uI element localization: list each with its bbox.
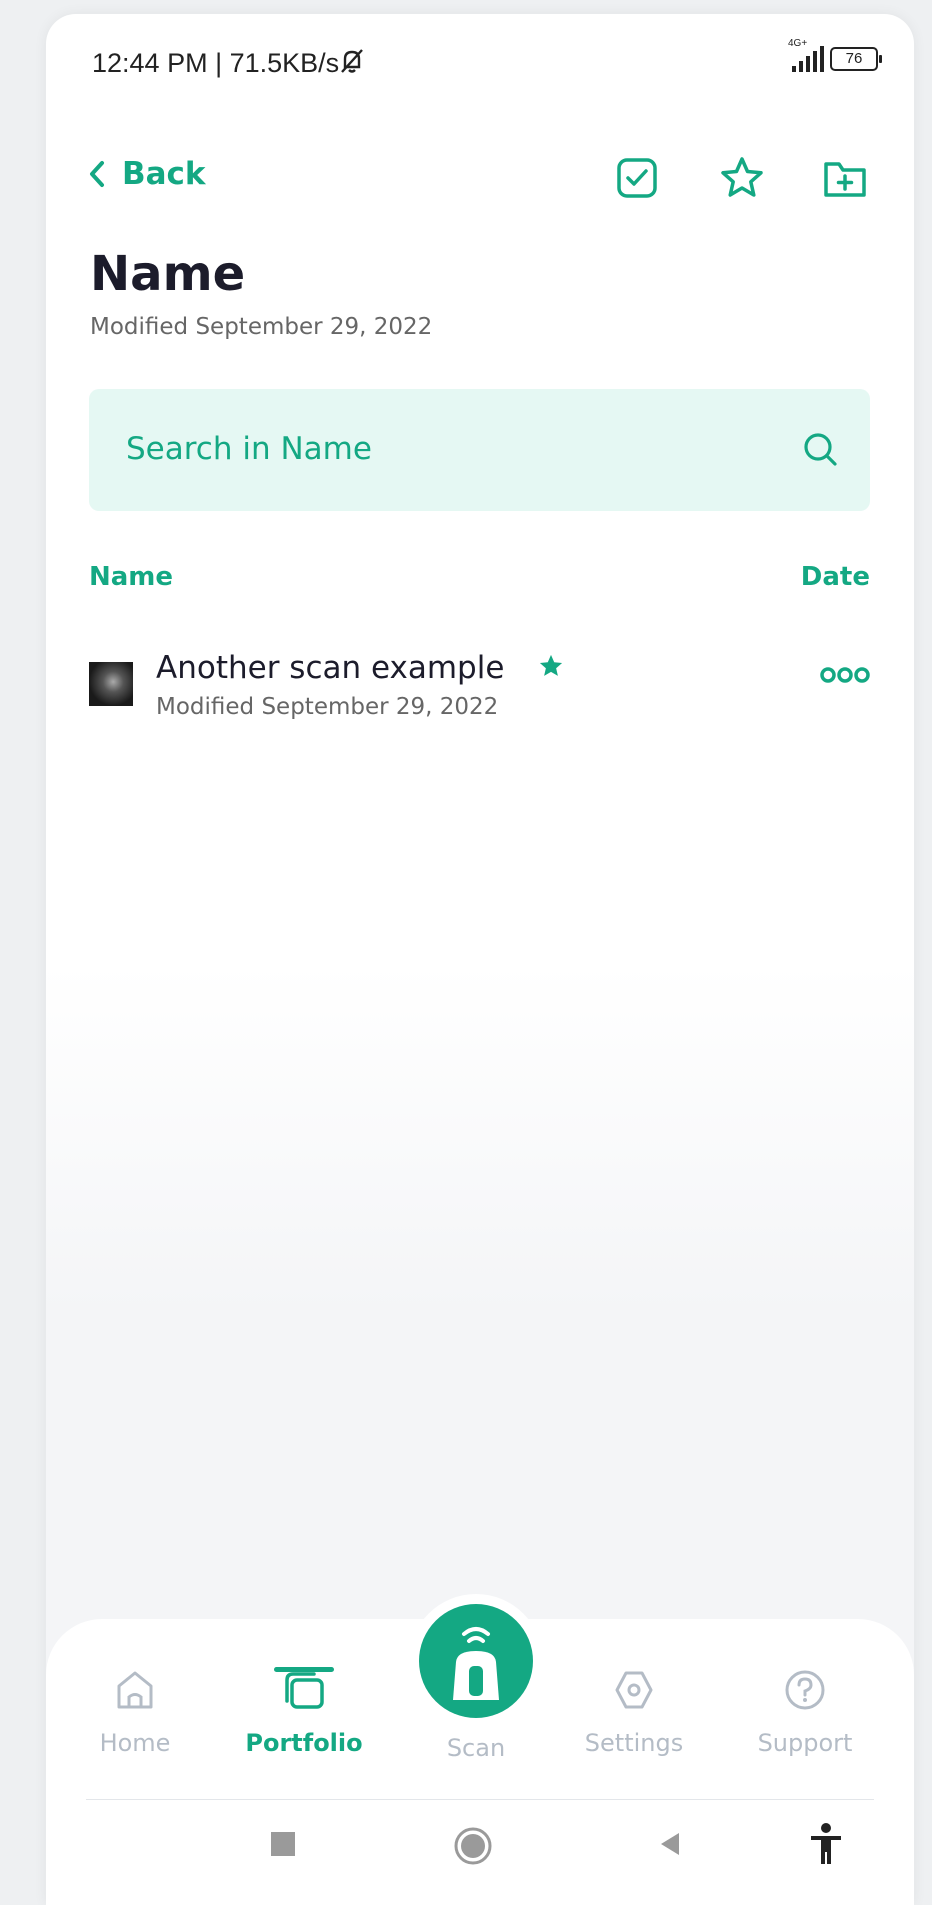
status-icons: 4G+ 76	[788, 38, 882, 72]
column-header-name[interactable]: Name	[89, 562, 173, 592]
list-item[interactable]: Another scan example Modified September …	[89, 644, 871, 724]
home-icon	[117, 1671, 153, 1709]
search-placeholder: Search in Name	[126, 431, 372, 467]
portfolio-icon	[285, 1672, 324, 1709]
settings-icon	[615, 1671, 653, 1709]
nav-support-label: Support	[757, 1729, 853, 1757]
battery-level: 76	[845, 50, 863, 67]
back-button[interactable]: Back	[88, 156, 206, 192]
help-icon	[785, 1670, 825, 1710]
scan-thumbnail	[89, 662, 133, 706]
page-modified-date: Modified September 29, 2022	[90, 314, 433, 340]
nav-home[interactable]: Home	[65, 1667, 205, 1757]
chevron-left-icon	[90, 161, 104, 187]
active-tab-indicator	[274, 1667, 334, 1672]
file-modified-date: Modified September 29, 2022	[156, 694, 499, 720]
scanner-icon	[453, 1627, 499, 1700]
nav-divider	[86, 1799, 874, 1800]
nav-settings[interactable]: Settings	[564, 1667, 704, 1757]
bell-muted-icon	[341, 49, 363, 73]
check-square-icon[interactable]	[613, 154, 661, 202]
scan-button[interactable]	[419, 1604, 533, 1718]
nav-settings-label: Settings	[584, 1729, 684, 1757]
search-input[interactable]: Search in Name	[89, 389, 870, 511]
more-options-icon[interactable]	[819, 666, 871, 684]
accessibility-icon[interactable]	[809, 1822, 843, 1866]
battery-icon: 76	[830, 47, 882, 71]
nav-scan-label: Scan	[446, 1734, 506, 1762]
folder-plus-icon[interactable]	[821, 154, 869, 202]
back-label: Back	[122, 156, 206, 192]
recent-apps-icon[interactable]	[268, 1829, 298, 1859]
status-bar: 12:44 PM | 71.5KB/s 4G+ 76	[92, 38, 882, 86]
signal-icon: 4G+	[788, 38, 824, 72]
back-system-icon[interactable]	[655, 1829, 685, 1859]
nav-portfolio[interactable]: Portfolio	[234, 1667, 374, 1757]
favorite-star-icon	[539, 654, 563, 676]
file-name: Another scan example	[156, 650, 505, 686]
page-title: Name	[90, 246, 246, 302]
status-time: 12:44 PM | 71.5KB/s	[92, 48, 340, 78]
home-system-icon[interactable]	[453, 1826, 493, 1866]
column-header-date[interactable]: Date	[801, 562, 870, 592]
star-outline-icon[interactable]	[718, 154, 766, 202]
nav-support[interactable]: Support	[735, 1667, 875, 1757]
nav-portfolio-label: Portfolio	[245, 1729, 363, 1757]
phone-screen: 12:44 PM | 71.5KB/s 4G+ 76 Back Name Mod…	[46, 14, 914, 1905]
nav-home-label: Home	[99, 1729, 171, 1757]
search-icon[interactable]	[800, 429, 842, 471]
network-type: 4G+	[788, 38, 808, 49]
